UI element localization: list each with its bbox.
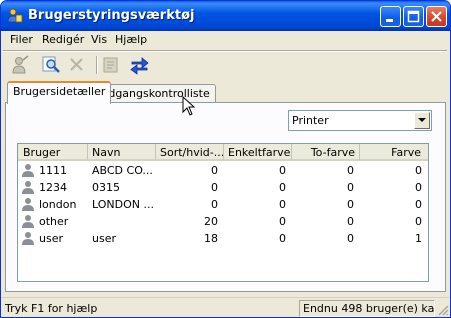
- user-icon: [22, 232, 34, 245]
- menu-filer[interactable]: Filer: [10, 33, 33, 46]
- column-header-farve[interactable]: Farve: [360, 144, 428, 161]
- cell-user: 1234: [39, 181, 67, 194]
- status-user-count: Endnu 498 bruger(e) kan re: [299, 300, 435, 317]
- user-icon: [22, 215, 34, 228]
- app-icon: [7, 8, 23, 23]
- cell-two: 0: [347, 164, 354, 177]
- user-icon: [22, 198, 34, 211]
- cell-two: 0: [347, 181, 354, 194]
- cell-two: 0: [347, 198, 354, 211]
- cell-name: [92, 214, 156, 230]
- column-header-enkeltfarve[interactable]: Enkeltfarve: [224, 144, 292, 161]
- cell-name: 0315: [92, 181, 120, 194]
- maximize-icon: [407, 10, 420, 23]
- cell-color: 0: [415, 215, 422, 228]
- cell-single: 0: [279, 215, 286, 228]
- delete-icon: [70, 58, 83, 71]
- cell-bw: 0: [211, 164, 218, 177]
- cell-single: 0: [279, 181, 286, 194]
- cell-two: 0: [347, 232, 354, 245]
- cell-color: 1: [415, 232, 422, 245]
- window-title: Brugerstyringsværktøj: [28, 8, 195, 23]
- mouse-cursor-icon: [182, 96, 196, 116]
- delete-button[interactable]: [65, 54, 88, 76]
- user-properties-icon: [12, 55, 29, 74]
- cell-single: 0: [279, 164, 286, 177]
- status-help-text: Tryk F1 for hjælp: [5, 302, 98, 315]
- menu-rediger[interactable]: Redigér: [42, 33, 84, 46]
- status-bar: Tryk F1 for hjælp Endnu 498 bruger(e) ka…: [1, 297, 450, 317]
- cell-single: 0: [279, 198, 286, 211]
- cell-user: 1111: [39, 164, 67, 177]
- toolbar: [1, 52, 450, 78]
- toolbar-divider: [96, 56, 98, 74]
- app-window: Brugerstyringsværktøj Filer Redigér Vis …: [0, 0, 451, 318]
- cell-name: LONDON ...: [92, 198, 154, 211]
- cell-bw: 18: [204, 232, 218, 245]
- cell-color: 0: [415, 181, 422, 194]
- printer-select[interactable]: Printer: [288, 110, 432, 131]
- resize-grip-icon[interactable]: [437, 304, 449, 316]
- cell-single: 0: [279, 232, 286, 245]
- cell-name: ABCD CO...: [92, 164, 153, 177]
- cell-user: user: [39, 232, 63, 245]
- cell-user: london: [39, 198, 77, 211]
- cell-bw: 0: [211, 198, 218, 211]
- chevron-down-icon: [418, 118, 426, 122]
- user-icon: [22, 164, 34, 177]
- cell-user: other: [39, 215, 69, 228]
- tab-adgangskontrolliste[interactable]: Adgangskontrolliste: [95, 84, 216, 104]
- dropdown-button[interactable]: [414, 112, 430, 129]
- search-button[interactable]: [40, 54, 63, 76]
- close-icon: [431, 11, 442, 22]
- column-header-bruger[interactable]: Bruger: [18, 144, 88, 161]
- export-icon: [103, 57, 118, 73]
- cell-bw: 0: [211, 181, 218, 194]
- maximize-button[interactable]: [403, 6, 424, 27]
- column-header-sort-hvid[interactable]: Sort/hvid-...: [156, 144, 224, 161]
- tab-brugersidetaeller[interactable]: Brugersidetæller: [7, 81, 112, 104]
- minimize-icon: [386, 19, 393, 22]
- user-counter-list[interactable]: Bruger Navn Sort/hvid-... Enkeltfarve To…: [17, 143, 429, 282]
- menu-bar: Filer Redigér Vis Hjælp: [1, 31, 450, 49]
- cell-two: 0: [347, 215, 354, 228]
- title-bar[interactable]: Brugerstyringsværktøj: [1, 1, 450, 31]
- menu-hjaelp[interactable]: Hjælp: [115, 33, 147, 46]
- column-header-navn[interactable]: Navn: [88, 144, 156, 161]
- cell-color: 0: [415, 198, 422, 211]
- minimize-button[interactable]: [380, 6, 401, 27]
- printer-select-value: Printer: [292, 114, 329, 127]
- cell-name: user: [92, 232, 116, 245]
- export-button[interactable]: [100, 54, 123, 76]
- column-header-to-farve[interactable]: To-farve: [292, 144, 360, 161]
- refresh-button[interactable]: [128, 54, 151, 76]
- search-icon: [42, 56, 60, 73]
- refresh-icon: [130, 57, 149, 75]
- user-properties-button[interactable]: [9, 54, 32, 76]
- cell-bw: 20: [204, 215, 218, 228]
- cell-color: 0: [415, 164, 422, 177]
- user-icon: [22, 181, 34, 194]
- close-button[interactable]: [426, 6, 447, 27]
- menu-vis[interactable]: Vis: [91, 33, 107, 46]
